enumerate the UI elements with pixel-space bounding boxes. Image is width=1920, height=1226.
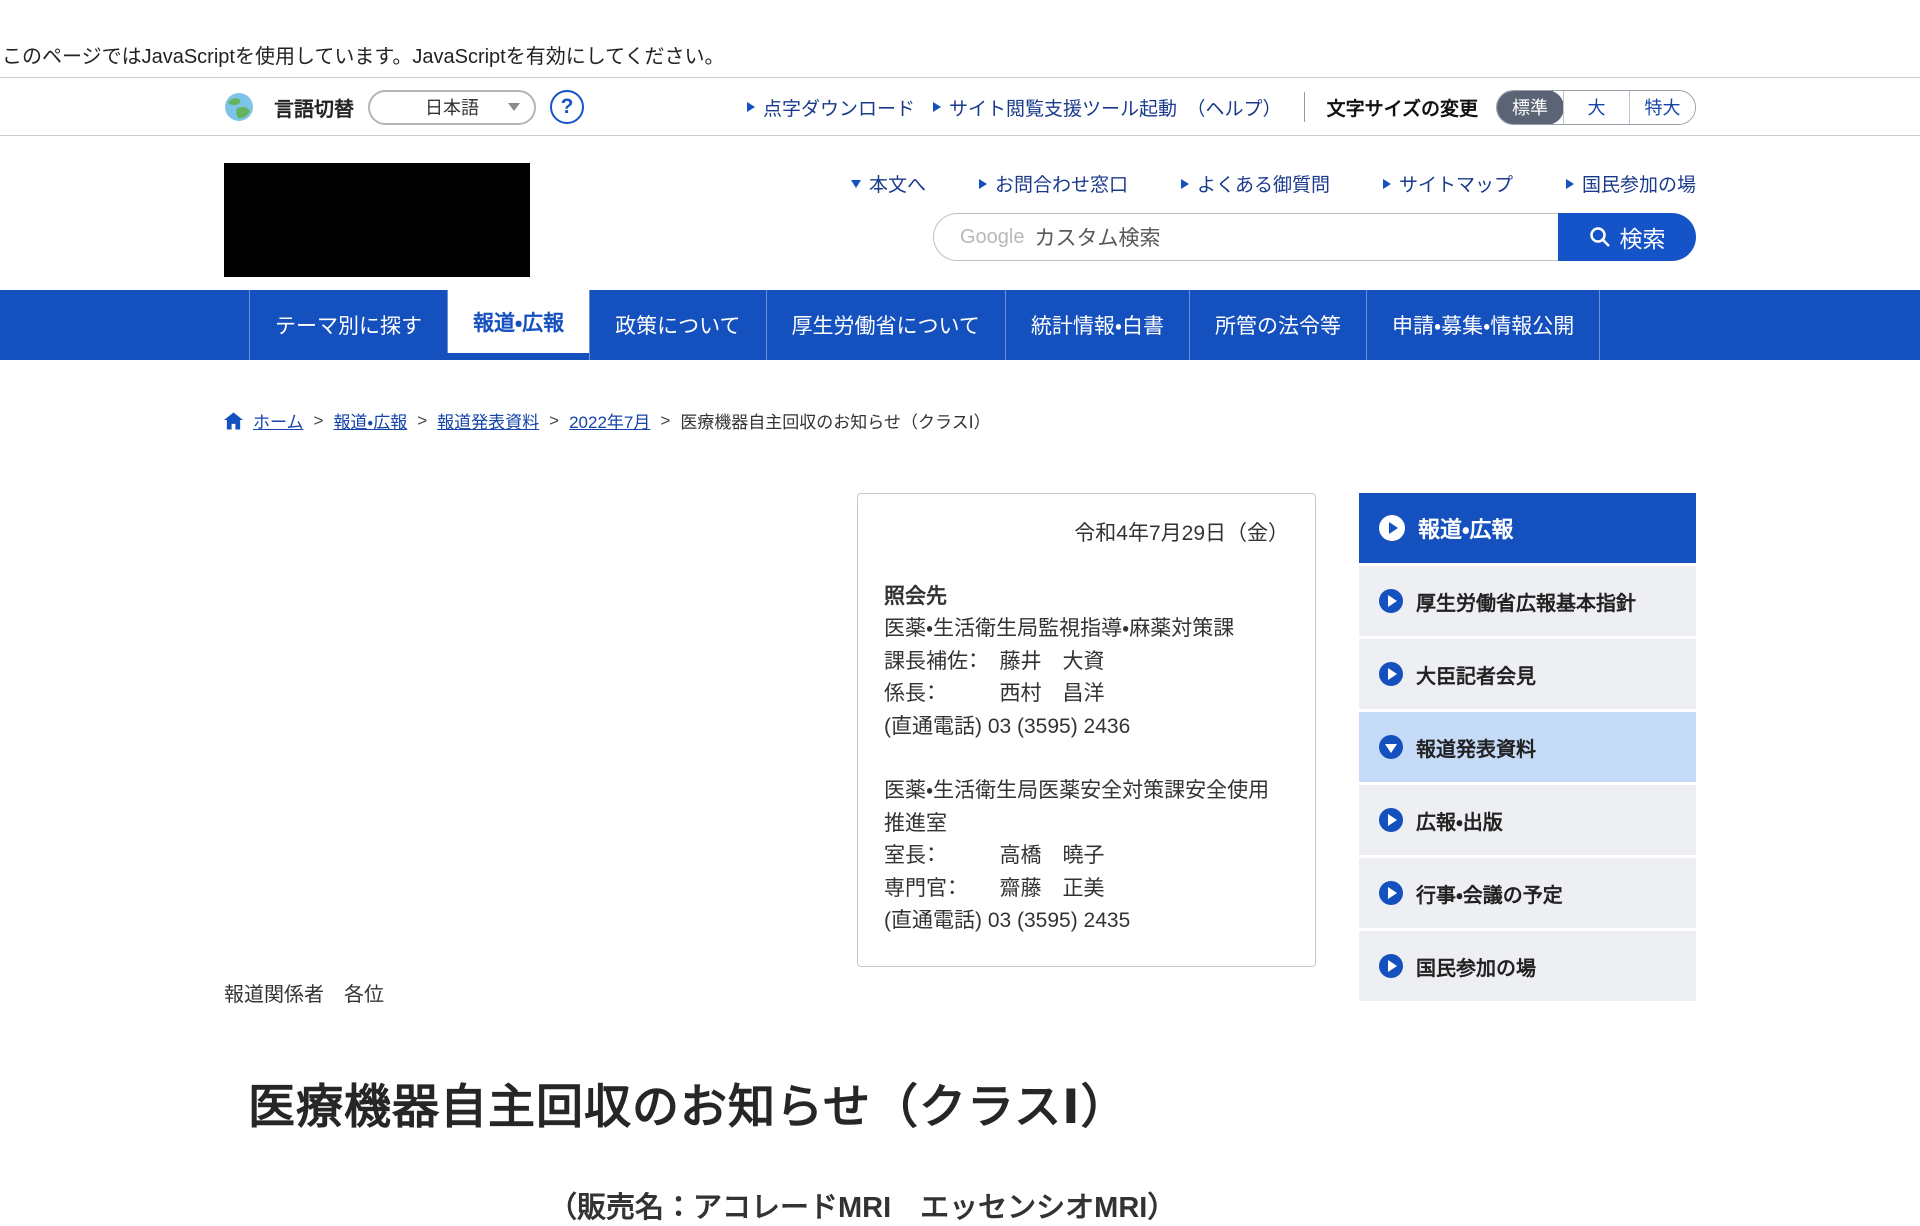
font-size-group: 標準 大 特大: [1496, 90, 1696, 125]
breadcrumb-separator: >: [417, 411, 427, 431]
language-selected-value: 日本語: [425, 94, 479, 120]
sidebar-item-press-releases[interactable]: 報道発表資料: [1359, 709, 1696, 782]
site-logo[interactable]: [224, 163, 530, 277]
search-button[interactable]: 検索: [1558, 213, 1696, 261]
sidebar-item-pr-publishing[interactable]: 広報・出版: [1359, 782, 1696, 855]
search-icon: [1589, 226, 1611, 248]
help-button[interactable]: ?: [550, 90, 584, 124]
breadcrumb-separator: >: [314, 411, 324, 431]
font-size-change-label: 文字サイズの変更: [1327, 94, 1478, 121]
contact-window-link[interactable]: お問合わせ窓口: [979, 170, 1128, 197]
font-size-standard-button[interactable]: 標準: [1496, 90, 1564, 125]
arrow-right-icon: [1383, 179, 1391, 189]
circle-arrow-down-icon: [1379, 735, 1403, 759]
font-size-large-button[interactable]: 大: [1563, 91, 1629, 124]
sidebar-item-events-meetings[interactable]: 行事・会議の予定: [1359, 855, 1696, 928]
breadcrumb-separator: >: [660, 411, 670, 431]
addressee-line: 報道関係者 各位: [224, 978, 384, 1007]
chevron-down-icon: [508, 103, 520, 111]
contact-dept2-line2: 専門官： 齋藤 正美: [884, 873, 1289, 906]
page-title: 医療機器自主回収のお知らせ（クラスⅠ）: [248, 1068, 1129, 1137]
breadcrumb-2022-07[interactable]: 2022年7月: [569, 408, 650, 433]
to-main-content-link[interactable]: 本文へ: [851, 170, 926, 197]
circle-arrow-right-icon: [1379, 808, 1403, 832]
breadcrumb-home[interactable]: ホーム: [253, 408, 304, 433]
circle-arrow-right-icon: [1379, 954, 1403, 978]
nav-item-applications[interactable]: 申請・募集・情報公開: [1366, 290, 1600, 360]
contact-dept1-tel: (直通電話) 03 (3595) 2436: [884, 711, 1289, 744]
contact-window-label: お問合わせ窓口: [995, 170, 1128, 197]
header-links: 本文へ お問合わせ窓口 よくある御質問 サイトマップ 国民参加の場: [851, 170, 1696, 197]
citizen-participation-label: 国民参加の場: [1582, 170, 1696, 197]
to-main-content-label: 本文へ: [869, 170, 926, 197]
sidebar: 報道・広報 厚生労働省広報基本指針 大臣記者会見 報道発表資料 広報・出版 行事…: [1359, 493, 1696, 1001]
search-placeholder: カスタム検索: [1035, 222, 1161, 252]
sidebar-item-label: 厚生労働省広報基本指針: [1416, 587, 1636, 616]
arrow-right-icon: [933, 102, 941, 112]
global-nav: テーマ別に探す 報道・広報 政策について 厚生労働省について 統計情報・白書 所…: [0, 290, 1920, 360]
contact-dept1: 医薬・生活衛生局監視指導・麻薬対策課: [884, 613, 1289, 646]
faq-link[interactable]: よくある御質問: [1181, 170, 1330, 197]
home-icon: [224, 412, 243, 430]
arrow-right-icon: [1181, 179, 1189, 189]
sidebar-item-label: 報道発表資料: [1416, 733, 1536, 762]
nav-item-statistics[interactable]: 統計情報・白書: [1005, 290, 1189, 360]
browsing-support-tool-link[interactable]: サイト閲覧支援ツール起動 （ヘルプ）: [933, 94, 1282, 121]
contact-dept2-tel: (直通電話) 03 (3595) 2435: [884, 905, 1289, 938]
google-brand-mark: Google: [960, 226, 1025, 249]
breadcrumb-current-page: 医療機器自主回収のお知らせ（クラスⅠ）: [680, 408, 990, 433]
contact-dept2: 医薬・生活衛生局医薬安全対策課安全使用推進室: [884, 775, 1289, 840]
sidebar-item-citizen-participation[interactable]: 国民参加の場: [1359, 928, 1696, 1001]
site-header: 本文へ お問合わせ窓口 よくある御質問 サイトマップ 国民参加の場 Google: [224, 136, 1696, 290]
search-input[interactable]: Google カスタム検索: [933, 213, 1558, 261]
sidebar-header-label: 報道・広報: [1418, 512, 1513, 544]
nav-item-about-mhlw[interactable]: 厚生労働省について: [766, 290, 1005, 360]
breadcrumb: ホーム > 報道・広報 > 報道発表資料 > 2022年7月 > 医療機器自主回…: [224, 408, 991, 433]
arrow-right-icon: [747, 102, 755, 112]
braille-download-link[interactable]: 点字ダウンロード: [747, 94, 915, 121]
sitemap-label: サイトマップ: [1399, 170, 1513, 197]
breadcrumb-press-releases[interactable]: 報道発表資料: [437, 408, 539, 433]
arrow-right-icon: [979, 179, 987, 189]
nav-item-press[interactable]: 報道・広報: [447, 290, 589, 353]
nav-item-laws[interactable]: 所管の法令等: [1189, 290, 1366, 360]
breadcrumb-separator: >: [549, 411, 559, 431]
nav-item-policies[interactable]: 政策について: [589, 290, 765, 360]
sitemap-link[interactable]: サイトマップ: [1383, 170, 1513, 197]
globe-icon: [224, 92, 254, 122]
sidebar-item-label: 国民参加の場: [1416, 952, 1536, 981]
page-subtitle-partial: （販売名：アコレードMRI エッセンシオMRI）: [548, 1184, 1176, 1226]
sidebar-item-label: 広報・出版: [1416, 806, 1503, 835]
contact-info-box: 令和4年7月29日（金） 照会先 医薬・生活衛生局監視指導・麻薬対策課 課長補佐…: [857, 493, 1316, 967]
arrow-down-icon: [851, 180, 861, 188]
browsing-support-tool-label: サイト閲覧支援ツール起動 （ヘルプ）: [949, 94, 1282, 121]
circle-arrow-right-icon: [1379, 589, 1403, 613]
contact-dept1-line2: 係長： 西村 昌洋: [884, 678, 1289, 711]
language-select[interactable]: 日本語: [368, 90, 536, 125]
circle-arrow-right-icon: [1379, 515, 1405, 541]
release-date: 令和4年7月29日（金）: [884, 518, 1289, 551]
sidebar-header-press[interactable]: 報道・広報: [1359, 493, 1696, 563]
nav-item-themes[interactable]: テーマ別に探す: [249, 290, 447, 360]
language-switch-label: 言語切替: [274, 93, 354, 122]
search-button-label: 検索: [1620, 220, 1666, 254]
sidebar-item-label: 行事・会議の予定: [1416, 879, 1563, 908]
contact-dept1-line1: 課長補佐： 藤井 大資: [884, 646, 1289, 679]
javascript-notice: このページではJavaScriptを使用しています。JavaScriptを有効に…: [0, 0, 1920, 78]
font-size-extra-large-button[interactable]: 特大: [1629, 91, 1695, 124]
circle-arrow-right-icon: [1379, 881, 1403, 905]
sidebar-item-pr-basic-policy[interactable]: 厚生労働省広報基本指針: [1359, 563, 1696, 636]
utility-bar: 言語切替 日本語 ? 点字ダウンロード サイト閲覧支援ツール起動 （ヘルプ） 文…: [0, 79, 1920, 136]
contact-dept2-line1: 室長： 高橋 曉子: [884, 840, 1289, 873]
circle-arrow-right-icon: [1379, 662, 1403, 686]
divider: [1304, 92, 1305, 122]
sidebar-item-minister-press-conference[interactable]: 大臣記者会見: [1359, 636, 1696, 709]
arrow-right-icon: [1566, 179, 1574, 189]
contact-heading: 照会先: [884, 581, 1289, 614]
braille-download-label: 点字ダウンロード: [763, 94, 915, 121]
faq-label: よくある御質問: [1197, 170, 1330, 197]
sidebar-item-label: 大臣記者会見: [1416, 660, 1536, 689]
breadcrumb-press[interactable]: 報道・広報: [333, 408, 407, 433]
citizen-participation-link[interactable]: 国民参加の場: [1566, 170, 1696, 197]
